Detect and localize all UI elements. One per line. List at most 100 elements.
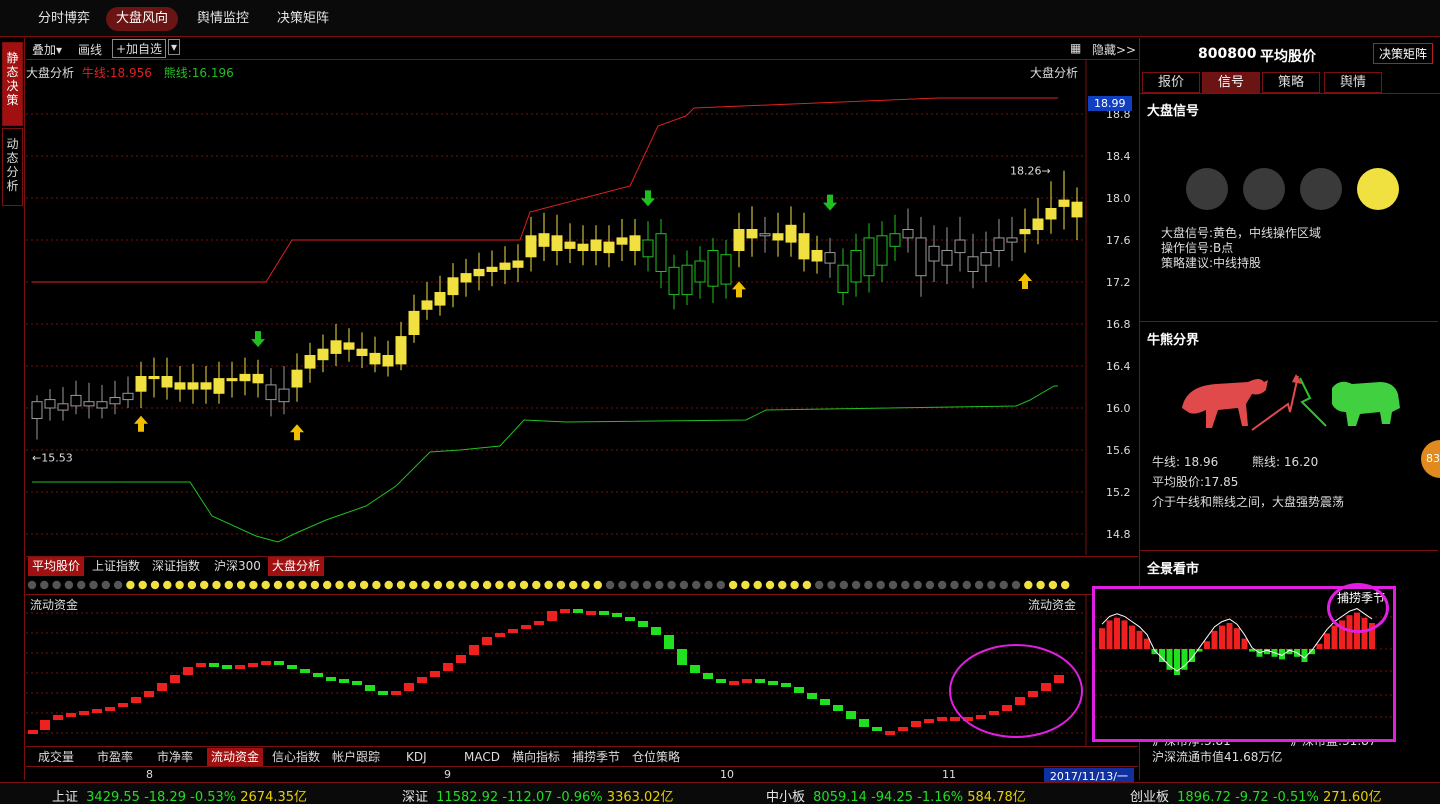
flow-bar <box>222 665 232 669</box>
candle <box>577 243 589 251</box>
flow-bar <box>53 715 63 720</box>
date-label: 11 <box>942 768 956 781</box>
candle <box>954 239 966 254</box>
candle <box>720 254 732 285</box>
flow-bar <box>690 665 700 673</box>
flow-bar <box>365 685 375 691</box>
market-sh[interactable]: 上证 3429.55 -18.29 -0.53% 2674.35亿 <box>52 786 307 804</box>
signal-dot <box>372 580 381 590</box>
market-price: 3429.55 <box>86 790 140 804</box>
flow-bar <box>911 721 921 727</box>
buy-arrow-icon <box>134 415 148 432</box>
add-favorite-button[interactable]: +加自选 <box>112 39 167 58</box>
tab-volume[interactable]: 成交量 <box>34 748 78 766</box>
tab-pe[interactable]: 市盈率 <box>93 748 137 766</box>
flow-bar <box>846 711 856 719</box>
signal-dot <box>827 580 836 590</box>
overview-bar <box>1144 638 1150 649</box>
candle <box>980 252 992 266</box>
candle <box>798 233 810 260</box>
signal-dot <box>679 580 689 590</box>
candle <box>382 355 394 367</box>
overlay-button[interactable]: 叠加▾ <box>32 41 62 58</box>
signal-dot <box>839 580 848 590</box>
tab-account-track[interactable]: 帐户跟踪 <box>328 748 384 766</box>
flow-bar <box>612 613 622 617</box>
flow-bar <box>599 611 609 615</box>
tab-confidence[interactable]: 信心指数 <box>268 748 324 766</box>
tab-market-trend[interactable]: 大盘风向 <box>106 7 179 31</box>
tab-strategy[interactable]: 策略 <box>1262 72 1320 93</box>
overview-bar <box>1219 625 1225 649</box>
date-axis: 8 9 10 11 2017/11/13/一 <box>26 766 1138 784</box>
candle <box>44 399 56 409</box>
candle <box>447 277 459 296</box>
decision-matrix-button[interactable]: 决策矩阵 <box>1372 43 1433 64</box>
market-sz[interactable]: 深证 11582.92 -112.07 -0.96% 3363.02亿 <box>402 786 674 804</box>
tab-sz-index[interactable]: 深证指数 <box>148 557 204 576</box>
signal-light-off <box>1186 168 1228 210</box>
market-name: 上证 <box>52 790 79 804</box>
grid-icon[interactable]: ▦ <box>1070 41 1081 55</box>
tab-pb[interactable]: 市净率 <box>153 748 197 766</box>
tab-market-analysis[interactable]: 大盘分析 <box>268 557 325 576</box>
candle <box>655 233 667 272</box>
flow-bar <box>924 719 934 723</box>
candle <box>941 250 953 266</box>
signal-dot <box>851 580 861 590</box>
signal-dot <box>642 580 652 590</box>
signal-dot <box>974 580 984 590</box>
signal-dot <box>77 580 86 590</box>
tab-horizontal[interactable]: 横向指标 <box>508 748 564 766</box>
market-gem[interactable]: 创业板 1896.72 -9.72 -0.51% 271.60亿 <box>1130 786 1381 804</box>
tab-sentiment-panel[interactable]: 舆情 <box>1324 72 1382 93</box>
signal-light-off <box>1243 168 1285 210</box>
candle <box>772 233 784 241</box>
bull-line-value: 牛线: 18.96 <box>1152 455 1219 469</box>
tab-kdj[interactable]: KDJ <box>402 748 431 766</box>
candle <box>642 239 654 258</box>
tab-fishing-season[interactable]: 捕捞季节 <box>568 748 624 766</box>
hide-button[interactable]: 隐藏>> <box>1092 41 1136 58</box>
draw-line-button[interactable]: 画线 <box>78 41 102 58</box>
bullbear-title: 牛熊分界 <box>1147 333 1200 348</box>
buy-arrow-icon <box>732 281 746 298</box>
tab-quote[interactable]: 报价 <box>1142 72 1200 93</box>
flow-bar <box>209 663 219 667</box>
flow-bar <box>118 703 128 707</box>
tab-macd[interactable]: MACD <box>460 748 504 766</box>
market-pct: -1.16% <box>917 790 964 804</box>
overview-bar <box>1226 623 1233 649</box>
signal-dot <box>802 580 812 590</box>
flow-bar <box>573 609 583 613</box>
tab-decision-matrix[interactable]: 决策矩阵 <box>267 7 339 31</box>
flow-bar <box>781 683 791 687</box>
y-tick-label: 15.6 <box>1106 444 1131 457</box>
tab-hs300[interactable]: 沪深300 <box>210 557 265 576</box>
flow-bar <box>339 679 349 683</box>
tab-avg-price[interactable]: 平均股价 <box>28 557 85 576</box>
overview-chart[interactable]: 捕捞季节 <box>1092 583 1396 742</box>
candle <box>70 394 82 407</box>
flow-bar <box>391 691 401 695</box>
side-tab-dynamic[interactable]: 动态分析 <box>2 128 23 206</box>
tab-liquidity[interactable]: 流动资金 <box>207 748 264 766</box>
signal-dot <box>1011 580 1021 590</box>
candle <box>1071 201 1083 218</box>
candle <box>421 300 433 310</box>
candle <box>109 397 121 405</box>
y-tick-label: 18.0 <box>1106 192 1131 205</box>
side-tab-static[interactable]: 静态决策 <box>2 42 23 126</box>
chevron-down-icon[interactable]: ▾ <box>168 39 181 55</box>
tab-signal[interactable]: 信号 <box>1202 72 1260 93</box>
signal-dot <box>507 580 516 590</box>
tab-position-strategy[interactable]: 仓位策略 <box>628 748 684 766</box>
tab-sentiment[interactable]: 舆情监控 <box>187 7 259 31</box>
avg-price-value: 平均股价:17.85 <box>1152 475 1239 489</box>
tab-sh-index[interactable]: 上证指数 <box>88 557 144 576</box>
market-sme[interactable]: 中小板 8059.14 -94.25 -1.16% 584.78亿 <box>766 786 1026 804</box>
candle <box>395 336 407 365</box>
candle <box>629 235 641 252</box>
tab-timeshare[interactable]: 分时博弈 <box>28 7 100 31</box>
flow-bar <box>235 665 245 669</box>
